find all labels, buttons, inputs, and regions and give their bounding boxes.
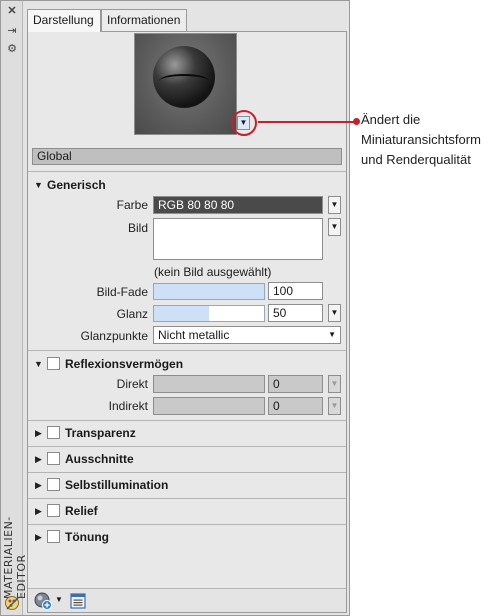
selbstillumination-checkbox[interactable] <box>47 478 60 491</box>
expand-arrow-right-icon[interactable]: ▶ <box>35 454 42 465</box>
ausschnitte-checkbox[interactable] <box>47 452 60 465</box>
callout-highlight-circle <box>231 110 257 136</box>
create-material-icon[interactable] <box>34 592 52 610</box>
materials-editor-palette: ✕ ⇥ ⚙ MATERIALIEN-EDITOR Darstellung Inf… <box>0 0 350 616</box>
expand-arrow-right-icon[interactable]: ▶ <box>35 532 42 543</box>
bild-label: Bild <box>127 221 148 235</box>
indirekt-slider[interactable] <box>153 397 265 415</box>
callout-text: Ändert die Miniaturansichtsform und Rend… <box>361 110 501 170</box>
section-title-selbstillumination[interactable]: Selbstillumination <box>65 478 168 492</box>
section-title-relief[interactable]: Relief <box>65 504 98 518</box>
palette-vertical-title: MATERIALIEN-EDITOR <box>2 516 28 599</box>
glanz-options-button[interactable]: ▼ <box>328 304 341 322</box>
glanz-value-field[interactable]: 50 <box>268 304 323 322</box>
preview-sphere <box>153 46 215 108</box>
expand-arrow-right-icon[interactable]: ▶ <box>35 480 42 491</box>
expand-arrow-down-icon[interactable]: ▼ <box>34 180 43 190</box>
glanzpunkte-label: Glanzpunkte <box>80 329 148 343</box>
toenung-checkbox[interactable] <box>47 530 60 543</box>
bild-options-button[interactable]: ▼ <box>328 218 341 236</box>
farbe-options-button[interactable]: ▼ <box>328 196 341 214</box>
auto-hide-icon[interactable]: ⇥ <box>6 25 18 37</box>
expand-arrow-down-icon[interactable]: ▼ <box>34 359 43 369</box>
indirekt-label: Indirekt <box>108 399 148 413</box>
callout-line-1: Ändert die <box>361 112 421 127</box>
bild-image-slot[interactable] <box>153 218 323 260</box>
tab-informationen[interactable]: Informationen <box>101 9 187 31</box>
section-title-ausschnitte[interactable]: Ausschnitte <box>65 452 134 466</box>
global-section-bar[interactable]: Global <box>32 148 342 165</box>
glanzpunkte-select[interactable]: Nicht metallic ▼ <box>153 326 341 344</box>
direkt-value-field[interactable]: 0 <box>268 375 323 393</box>
reflexion-checkbox[interactable] <box>47 357 60 370</box>
expand-arrow-right-icon[interactable]: ▶ <box>35 428 42 439</box>
bildfade-label: Bild-Fade <box>96 285 148 299</box>
section-title-generisch[interactable]: Generisch <box>47 178 106 192</box>
section-title-toenung[interactable]: Tönung <box>65 530 109 544</box>
relief-checkbox[interactable] <box>47 504 60 517</box>
tab-darstellung[interactable]: Darstellung <box>27 9 101 32</box>
chevron-down-icon: ▼ <box>328 330 336 339</box>
properties-icon[interactable]: ⚙ <box>6 43 18 55</box>
direkt-options-button[interactable]: ▼ <box>328 375 341 393</box>
expand-arrow-right-icon[interactable]: ▶ <box>35 506 42 517</box>
glanz-slider[interactable] <box>153 305 265 322</box>
bildfade-value-field[interactable]: 100 <box>268 282 323 300</box>
direkt-slider[interactable] <box>153 375 265 393</box>
appearance-panel: ▼ Global ▼ Generisch Farbe RGB 80 80 80 … <box>27 31 347 613</box>
material-browser-icon[interactable] <box>70 593 86 609</box>
callout-line-2: Miniaturansichtsform <box>361 132 481 147</box>
chevron-down-icon[interactable]: ▼ <box>55 595 63 604</box>
bildfade-slider[interactable] <box>153 283 265 300</box>
direkt-label: Direkt <box>116 377 148 391</box>
bild-none-note: (kein Bild ausgewählt) <box>154 265 272 279</box>
glanzpunkte-select-value: Nicht metallic <box>158 328 230 342</box>
close-icon[interactable]: ✕ <box>6 5 18 17</box>
callout-dot <box>353 118 360 125</box>
indirekt-value-field[interactable]: 0 <box>268 397 323 415</box>
farbe-field[interactable]: RGB 80 80 80 <box>153 196 323 214</box>
section-title-transparenz[interactable]: Transparenz <box>65 426 136 440</box>
farbe-label: Farbe <box>116 198 148 212</box>
materials-editor-icon <box>5 596 19 610</box>
palette-titlebar: ✕ ⇥ ⚙ MATERIALIEN-EDITOR <box>1 1 28 615</box>
bottom-toolbar: ▼ <box>28 588 346 612</box>
callout-line-3: und Renderqualität <box>361 152 471 167</box>
glanz-label: Glanz <box>116 307 148 321</box>
section-title-reflexion[interactable]: Reflexionsvermögen <box>65 357 183 371</box>
transparenz-checkbox[interactable] <box>47 426 60 439</box>
material-preview-swatch <box>134 33 237 135</box>
callout-line <box>258 121 358 123</box>
bildfade-slider-fill <box>154 284 264 299</box>
glanz-slider-fill <box>154 306 209 321</box>
indirekt-options-button[interactable]: ▼ <box>328 397 341 415</box>
